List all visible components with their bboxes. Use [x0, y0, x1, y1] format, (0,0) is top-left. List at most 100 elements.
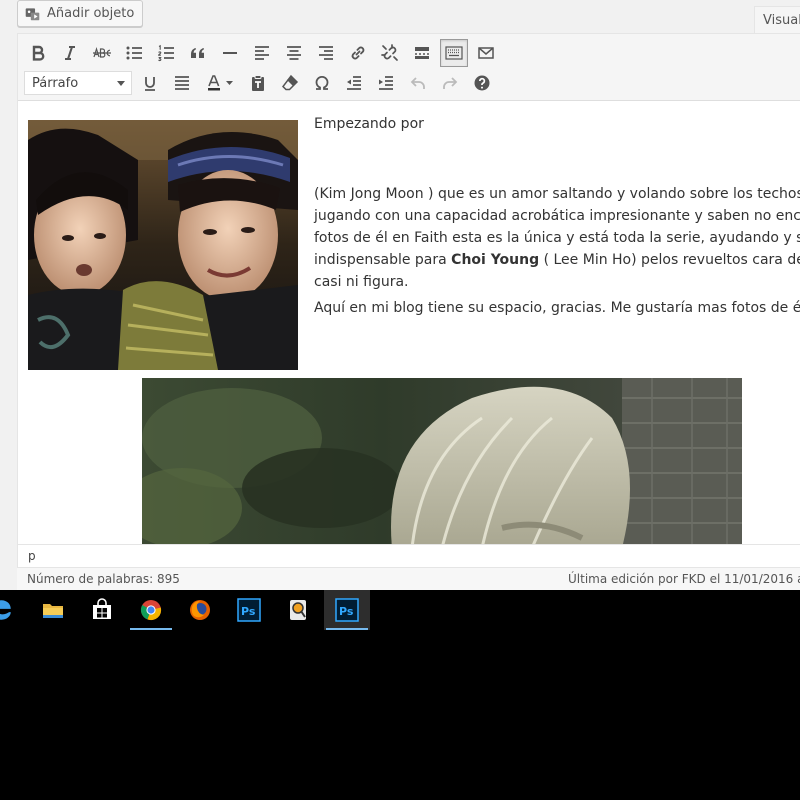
post-status-info: Número de palabras: 895 Última edición p…: [17, 567, 800, 590]
word-count: Número de palabras: 895: [27, 572, 180, 586]
paragraph-2: (Kim Jong Moon ) que es un amor saltando…: [314, 183, 800, 293]
paragraph-2-line-4-end: ( Lee Min Ho) pelos revueltos cara de n: [539, 252, 800, 268]
tab-visual[interactable]: Visual: [754, 6, 800, 34]
taskbar-edge[interactable]: [0, 590, 24, 630]
bulleted-list-button[interactable]: [120, 39, 148, 67]
toolbar-row-2: Párrafo: [24, 69, 500, 97]
chrome-icon: [140, 600, 162, 621]
paragraph-3: Aquí en mi blog tiene su espacio, gracia…: [314, 297, 800, 319]
post-photo-two-men[interactable]: [28, 120, 298, 370]
unlink-icon: [381, 44, 398, 61]
paragraph-1-text: Empezando por: [314, 116, 424, 132]
editor-area: Párrafo Empezando por (Kim Jong Moon) q…: [17, 33, 800, 590]
remove-link-button[interactable]: [376, 39, 404, 67]
paragraph-2-line-2: jugando con una capacidad acrobática imp…: [314, 208, 800, 224]
justify-button[interactable]: [168, 69, 196, 97]
add-media-label: Añadir objeto: [47, 6, 135, 21]
taskbar-file-explorer[interactable]: [30, 590, 76, 630]
paragraph-2-line-3: fotos de él en Faith esta es la única y …: [314, 230, 800, 246]
email-button[interactable]: [472, 39, 500, 67]
add-media-button[interactable]: Añadir objeto: [17, 0, 144, 27]
file-explorer-icon: [43, 604, 63, 618]
keyboard-shortcuts-button[interactable]: [468, 69, 496, 97]
help-icon: [474, 75, 490, 91]
taskbar-photoshop-2[interactable]: Ps: [324, 590, 370, 630]
horizontal-line-icon: [223, 52, 237, 54]
decrease-indent-button[interactable]: [340, 69, 368, 97]
undo-button[interactable]: [404, 69, 432, 97]
strikethrough-icon: [93, 46, 111, 58]
read-more-button[interactable]: [408, 39, 436, 67]
redo-button[interactable]: [436, 69, 464, 97]
italic-icon: [65, 46, 75, 60]
paragraph-3-text: Aquí en mi blog tiene su espacio, gracia…: [314, 300, 800, 316]
italic-button[interactable]: [56, 39, 84, 67]
windows-taskbar: Ps Ps: [0, 590, 800, 630]
bold-icon: [32, 45, 45, 61]
insert-link-button[interactable]: [344, 39, 372, 67]
envelope-icon: [478, 47, 494, 59]
firefox-icon: [190, 600, 210, 620]
clipboard-icon: [252, 75, 264, 91]
omega-icon: [315, 75, 329, 90]
taskbar-firefox[interactable]: [177, 590, 223, 630]
chevron-down-icon: [117, 80, 125, 86]
paste-as-text-button[interactable]: [244, 69, 272, 97]
link-icon: [351, 46, 365, 60]
edge-icon: [0, 600, 11, 620]
post-photo-white-hair[interactable]: [142, 378, 742, 544]
taskbar-photoshop-1[interactable]: Ps: [226, 590, 272, 630]
clear-formatting-button[interactable]: [276, 69, 304, 97]
svg-text:Ps: Ps: [339, 605, 354, 618]
photoshop-icon: Ps: [237, 598, 261, 622]
taskbar-store[interactable]: [79, 590, 125, 630]
last-edit-info: Última edición por FKD el 11/01/2016 a l…: [568, 572, 800, 586]
element-path: p: [18, 544, 800, 566]
text-color-icon: [208, 75, 233, 91]
toolbar-toggle-button[interactable]: [440, 39, 468, 67]
taskbar-paint-app[interactable]: [275, 590, 321, 630]
format-select[interactable]: Párrafo: [24, 71, 132, 95]
align-left-icon: [255, 46, 269, 60]
underline-icon: [145, 77, 155, 91]
paragraph-2-line-5: casi ni figura.: [314, 274, 409, 290]
element-path-text[interactable]: p: [28, 549, 36, 563]
increase-indent-button[interactable]: [372, 69, 400, 97]
strikethrough-button[interactable]: [88, 39, 116, 67]
blockquote-button[interactable]: [184, 39, 212, 67]
text-color-button[interactable]: [200, 69, 240, 97]
redo-icon: [443, 77, 458, 89]
format-select-value: Párrafo: [32, 75, 79, 91]
read-more-icon: [415, 47, 429, 59]
paragraph-2-line-1: (Kim Jong Moon ) que es un amor saltando…: [314, 186, 800, 202]
align-right-icon: [319, 46, 333, 60]
svg-text:Ps: Ps: [241, 605, 256, 618]
editor-toolbar: Párrafo: [18, 34, 800, 101]
quote-icon: [191, 48, 205, 58]
horizontal-line-button[interactable]: [216, 39, 244, 67]
justify-icon: [175, 76, 189, 90]
editor-content[interactable]: Empezando por (Kim Jong Moon ) que es un…: [18, 101, 800, 544]
photoshop-icon: Ps: [335, 598, 359, 622]
align-left-button[interactable]: [248, 39, 276, 67]
taskbar-chrome[interactable]: [128, 590, 174, 630]
bold-name: Choi Young: [451, 252, 540, 268]
numbered-list-icon: [158, 44, 174, 62]
numbered-list-button[interactable]: [152, 39, 180, 67]
bold-button[interactable]: [24, 39, 52, 67]
paragraph-2-line-4-start: indispensable para: [314, 252, 452, 268]
paint-app-icon: [290, 600, 306, 620]
post-editor: Añadir objeto Visual Párrafo Empezando p…: [0, 0, 800, 590]
store-icon: [93, 598, 111, 619]
underline-button[interactable]: [136, 69, 164, 97]
outdent-icon: [347, 76, 361, 90]
align-right-button[interactable]: [312, 39, 340, 67]
align-center-icon: [287, 46, 301, 60]
special-character-button[interactable]: [308, 69, 336, 97]
keyboard-icon: [445, 46, 463, 60]
align-center-button[interactable]: [280, 39, 308, 67]
eraser-icon: [282, 74, 299, 91]
indent-icon: [379, 76, 393, 90]
paragraph-2-line-4: indispensable para Choi Young ( Lee Min …: [314, 249, 800, 271]
paragraph-1: Empezando por: [314, 113, 424, 135]
